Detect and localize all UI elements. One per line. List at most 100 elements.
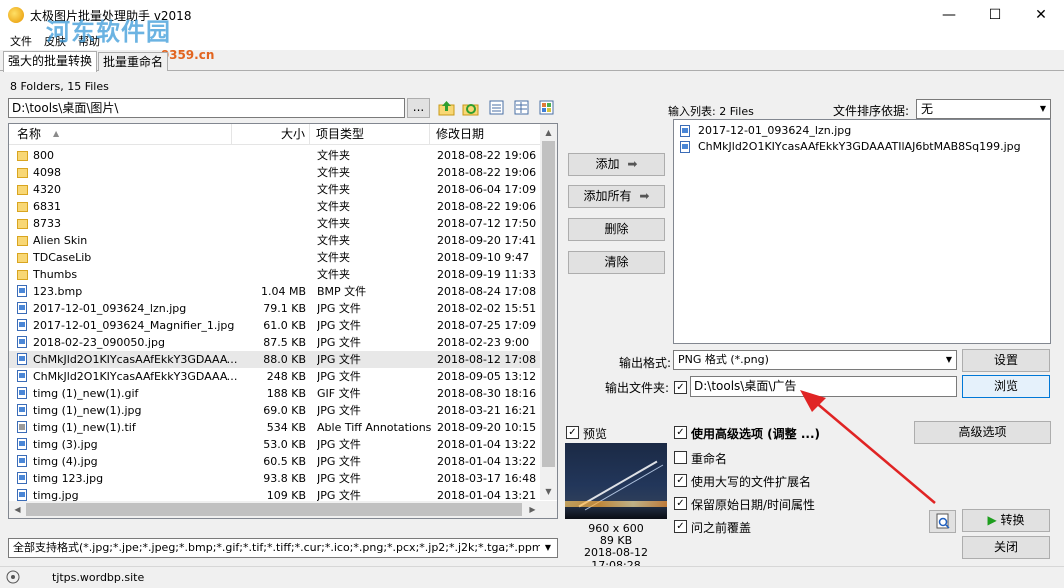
table-row[interactable]: timg 123.jpg 93.8 KB JPG 文件 2018-03-17 16:4… [9,470,541,487]
close-button[interactable]: 关闭 [962,536,1050,559]
table-row[interactable]: timg (1)_new(1).jpg 69.0 KB JPG 文件 2018-03-… [9,402,541,419]
clear-button[interactable]: 清除 [568,251,665,274]
image-file-icon [17,438,27,450]
output-format-select[interactable]: PNG 格式 (*.png) ▼ [673,350,957,370]
file-type: 文件夹 [317,166,350,179]
file-type: 文件夹 [317,268,350,281]
table-row[interactable]: 800 文件夹 2018-08-22 19:06 [9,147,541,164]
advanced-options-checkbox[interactable]: ✓ [674,426,687,439]
file-type: JPG 文件 [317,404,361,417]
list-view-icon[interactable] [489,100,504,115]
preview-search-button[interactable] [929,510,956,533]
thumbnail-view-icon[interactable] [539,100,554,115]
column-date[interactable]: 修改日期 [436,124,484,144]
delete-button[interactable]: 删除 [568,218,665,241]
image-file-icon [17,336,27,348]
tab-batch-rename[interactable]: 批量重命名 [98,52,169,71]
file-size: 1.04 MB [260,285,306,298]
table-row[interactable]: 8733 文件夹 2018-07-12 17:50 [9,215,541,232]
vertical-scrollbar[interactable]: ▲ ▼ [540,124,557,500]
convert-button[interactable]: ▶ 转换 [962,509,1050,532]
settings-button[interactable]: 设置 [962,349,1050,372]
tab-batch-convert[interactable]: 强大的批量转换 [3,51,98,72]
maximize-button[interactable]: ☐ [972,0,1018,30]
minimize-button[interactable]: — [926,0,972,30]
uppercase-ext-checkbox[interactable]: ✓ [674,474,687,487]
table-row[interactable]: timg (3).jpg 53.0 KB JPG 文件 2018-01-04 13:2… [9,436,541,453]
scroll-down-icon[interactable]: ▼ [540,483,557,500]
output-folder-checkbox[interactable]: ✓ [674,381,687,394]
keep-date-checkbox[interactable]: ✓ [674,497,687,510]
path-input[interactable]: D:\tools\桌面\图片\ [8,98,405,118]
chevron-down-icon: ▼ [1039,104,1046,113]
scroll-left-icon[interactable]: ◀ [9,501,26,518]
chevron-down-icon[interactable]: ▼ [540,539,556,557]
table-row[interactable]: timg (1)_new(1).gif 188 KB GIF 文件 2018-08-3… [9,385,541,402]
horizontal-scroll-thumb[interactable] [26,503,522,516]
file-name: ChMkJld2O1KIYcasAAfEkkY3GDAAATIl... [33,370,239,383]
sort-up-icon: ▲ [53,129,60,138]
file-name: timg (1)_new(1).gif [33,387,139,400]
image-file-icon [17,421,27,433]
file-size: 87.5 KB [263,336,306,349]
table-row[interactable]: timg (1)_new(1).tif 534 KB Able Tiff Annot… [9,419,541,436]
file-date: 2018-08-22 19:06 [437,149,537,162]
table-row[interactable]: 123.bmp 1.04 MB BMP 文件 2018-08-24 17:08 [9,283,541,300]
close-window-button[interactable]: ✕ [1018,0,1064,30]
watermark-logo: 河东软件园 [46,18,171,46]
table-row[interactable]: timg (4).jpg 60.5 KB JPG 文件 2018-01-04 13:2… [9,453,541,470]
table-row[interactable]: 2017-12-01_093624_lzn.jpg 79.1 KB JPG 文件 20… [9,300,541,317]
input-file-list[interactable]: 2017-12-01_093624_lzn.jpg ChMkJld2O1KIYc… [673,119,1051,344]
status-bar [0,566,1064,588]
column-divider[interactable] [309,124,310,144]
table-row[interactable]: 4320 文件夹 2018-06-04 17:09 [9,181,541,198]
file-date: 2018-01-04 13:22 [437,438,537,451]
table-row[interactable]: 2017-12-01_093624_Magnifier_1.jpg 61.0 KB… [9,317,541,334]
path-browse-button[interactable]: ... [407,98,430,118]
menu-file[interactable]: 文件 [10,33,32,49]
table-row[interactable]: TDCaseLib 文件夹 2018-09-10 9:47 [9,249,541,266]
list-item[interactable]: 2017-12-01_093624_lzn.jpg [680,123,851,139]
folder-up-icon[interactable] [438,99,456,117]
image-file-icon [17,370,27,382]
column-divider[interactable] [429,124,430,144]
sort-label: 文件排序依据: [833,104,910,118]
horizontal-scrollbar[interactable]: ◀ ▶ [9,501,541,518]
details-view-icon[interactable] [514,100,529,115]
file-type: JPG 文件 [317,302,361,315]
add-all-button[interactable]: 添加所有 ➡ [568,185,665,208]
list-item[interactable]: ChMkJld2O1KIYcasAAfEkkY3GDAAATIlAJ6btMAB… [680,139,1021,155]
add-button[interactable]: 添加 ➡ [568,153,665,176]
file-date: 2018-09-10 9:47 [437,251,530,264]
table-row[interactable]: 6831 文件夹 2018-08-22 19:06 [9,198,541,215]
preview-checkbox[interactable]: ✓ [566,426,579,439]
file-size: 248 KB [266,370,306,383]
table-row[interactable]: Alien Skin 文件夹 2018-09-20 17:41 [9,232,541,249]
column-size[interactable]: 大小 [281,124,305,144]
file-list[interactable]: 名称 ▲ 大小 项目类型 修改日期 800 文件夹 2018-08-22 19:06… [8,123,558,519]
table-row[interactable]: ChMkJld2O1KIYcasAAfEkkY3GDAAATIl... 248 K… [9,368,541,385]
column-name[interactable]: 名称 [17,124,41,144]
overwrite-checkbox[interactable]: ✓ [674,520,687,533]
advanced-options-button[interactable]: 高级选项 [914,421,1051,444]
scroll-corner [540,501,557,518]
scroll-up-icon[interactable]: ▲ [540,124,557,141]
sort-select[interactable]: 无 ▼ [916,99,1051,119]
refresh-icon[interactable] [462,99,480,117]
file-name: 8733 [33,217,61,230]
column-divider[interactable] [231,124,232,144]
table-row[interactable]: Thumbs 文件夹 2018-09-19 11:33 [9,266,541,283]
table-row[interactable]: ChMkJld2O1KIYcasAAfEkkY3GDAAATIl... 88.0 … [9,351,541,368]
scroll-right-icon[interactable]: ▶ [524,501,541,518]
file-type: 文件夹 [317,200,350,213]
file-size: 60.5 KB [263,455,306,468]
table-row[interactable]: 4098 文件夹 2018-08-22 19:06 [9,164,541,181]
vertical-scroll-thumb[interactable] [542,141,555,467]
file-filter-select[interactable]: 全部支持格式(*.jpg;*.jpe;*.jpeg;*.bmp;*.gif;*.… [8,538,558,558]
column-type[interactable]: 项目类型 [316,124,364,144]
file-name: TDCaseLib [33,251,92,264]
table-row[interactable]: 2018-02-23_090050.jpg 87.5 KB JPG 文件 2018-0… [9,334,541,351]
output-folder-input[interactable]: D:\tools\桌面\广告 [690,376,957,397]
rename-checkbox[interactable] [674,451,687,464]
browse-output-button[interactable]: 浏览 [962,375,1050,398]
